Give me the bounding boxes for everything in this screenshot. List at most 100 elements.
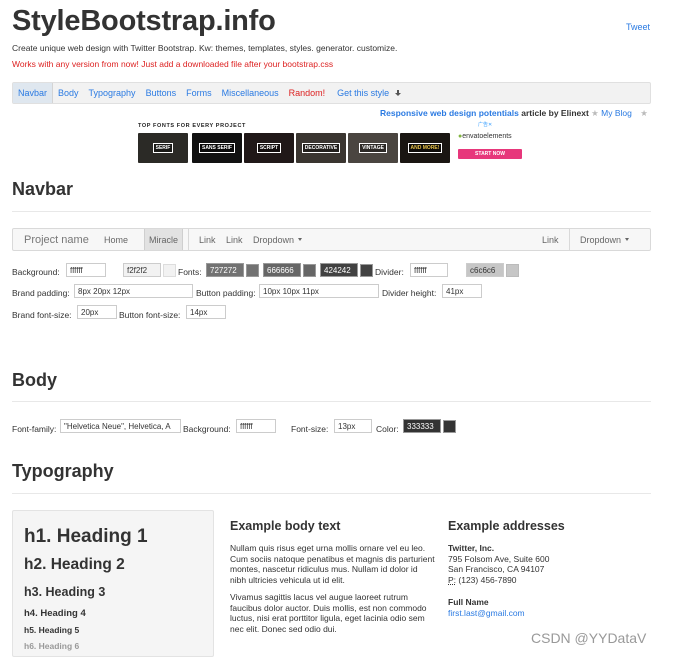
ad-choices[interactable]: 广告✕ (478, 121, 492, 128)
divider-color-input[interactable]: ffffff (410, 263, 448, 277)
ad-tile-label: DECORATIVE (301, 143, 341, 153)
navbar-divider (569, 229, 570, 250)
heading-5: h5. Heading 5 (24, 625, 80, 635)
phone-abbr: P: (448, 574, 457, 585)
heading-4: h4. Heading 4 (24, 608, 86, 619)
button-padding-label: Button padding: (196, 288, 256, 298)
ad-banner[interactable]: TOP FONTS FOR EVERY PROJECT SERIF SANS S… (138, 121, 529, 165)
addresses-heading: Example addresses (448, 519, 565, 533)
font-color-2-input[interactable]: 666666 (263, 263, 301, 277)
typography-section-title: Typography (12, 461, 114, 481)
dropdown-label: Dropdown (580, 234, 622, 245)
divider-label: Divider: (375, 267, 404, 277)
get-style-label: Get this style (337, 88, 390, 98)
navbar-dropdown-2[interactable]: Dropdown (580, 229, 630, 250)
ad-tile-and-more[interactable]: AND MORE! (400, 133, 450, 163)
get-style-button[interactable]: Get this style (330, 83, 406, 103)
divider (12, 401, 651, 402)
navbar-preview: Project name Home Miracle Link Link Drop… (12, 228, 651, 251)
text-color-input[interactable]: 333333 (403, 419, 441, 433)
navbar-link-2[interactable]: Link (226, 229, 243, 250)
color-swatch[interactable] (303, 264, 316, 277)
tab-body[interactable]: Body (53, 83, 84, 103)
tab-navbar[interactable]: Navbar (13, 83, 54, 103)
ad-tile-label: AND MORE! (407, 143, 443, 153)
body-paragraph-1: Nullam quis risus eget urna mollis ornar… (230, 543, 435, 585)
download-icon (395, 89, 402, 97)
fonts-label: Fonts: (178, 267, 202, 277)
navbar-home-link[interactable]: Home (104, 229, 128, 250)
ad-tile-label: VINTAGE (359, 143, 387, 153)
navbar-section-title: Navbar (12, 179, 74, 199)
address-block: Twitter, Inc. 795 Folsom Ave, Suite 600 … (448, 543, 648, 585)
divider-height-input[interactable]: 41px (442, 284, 482, 298)
navbar-active-link[interactable]: Miracle (144, 229, 184, 250)
brand-padding-input[interactable]: 8px 20px 12px (74, 284, 193, 298)
button-padding-input[interactable]: 10px 10px 11px (259, 284, 379, 298)
divider (12, 211, 651, 212)
tab-buttons[interactable]: Buttons (141, 83, 182, 103)
font-family-label: Font-family: (12, 424, 57, 434)
ad-tile-vintage[interactable]: VINTAGE (348, 133, 398, 163)
font-family-input[interactable]: "Helvetica Neue", Helvetica, A (60, 419, 181, 433)
caret-down-icon (625, 238, 630, 241)
navbar-link-1[interactable]: Link (199, 229, 216, 250)
color-label: Color: (376, 424, 399, 434)
button-fontsize-label: Button font-size: (119, 310, 181, 320)
envato-brand: envatoelements (462, 133, 512, 140)
navbar-divider (188, 229, 189, 250)
color-swatch[interactable] (506, 264, 519, 277)
tab-typography[interactable]: Typography (84, 83, 141, 103)
color-swatch[interactable] (360, 264, 373, 277)
navbar-link-3[interactable]: Link (542, 229, 559, 250)
dropdown-label: Dropdown (253, 234, 295, 245)
watermark: CSDN @YYDataV (531, 630, 647, 646)
color-swatch[interactable] (246, 264, 259, 277)
heading-2: h2. Heading 2 (24, 556, 125, 573)
ad-tile-serif[interactable]: SERIF (138, 133, 188, 163)
email-link[interactable]: first.last@gmail.com (448, 608, 648, 619)
navbar-dropdown-1[interactable]: Dropdown (253, 229, 303, 250)
version-notice: Works with any version from now! Just ad… (12, 59, 334, 69)
envato-logo: ●envatoelements (458, 133, 512, 140)
ad-tile-label: SERIF (152, 143, 174, 153)
street-line: 795 Folsom Ave, Suite 600 (448, 553, 550, 564)
body-background-input[interactable]: ffffff (236, 419, 276, 433)
ad-heading: TOP FONTS FOR EVERY PROJECT (138, 123, 246, 129)
divider-color-2-input[interactable]: c6c6c6 (466, 263, 504, 277)
article-link[interactable]: Responsive web design potentials (380, 108, 519, 118)
tweet-link[interactable]: Tweet (626, 22, 650, 32)
ad-tile-sans-serif[interactable]: SANS SERIF (192, 133, 242, 163)
font-color-1-input[interactable]: 727272 (206, 263, 244, 277)
button-fontsize-input[interactable]: 14px (186, 305, 226, 319)
brand-fontsize-input[interactable]: 20px (77, 305, 117, 319)
ad-tile-script[interactable]: SCRIPT (244, 133, 294, 163)
caret-down-icon (298, 238, 303, 241)
ad-tile-decorative[interactable]: DECORATIVE (296, 133, 346, 163)
color-swatch[interactable] (443, 420, 456, 433)
star-icon-2: ★ (640, 108, 648, 118)
heading-3: h3. Heading 3 (24, 585, 106, 599)
phone-number: (123) 456-7890 (456, 574, 517, 585)
tagline: Create unique web design with Twitter Bo… (12, 43, 398, 53)
headings-well: h1. Heading 1 h2. Heading 2 h3. Heading … (12, 510, 214, 657)
ad-tile-label: SCRIPT (256, 143, 282, 153)
font-size-input[interactable]: 13px (334, 419, 372, 433)
site-title: StyleBootstrap.info (12, 5, 276, 37)
divider (12, 493, 651, 494)
heading-6: h6. Heading 6 (24, 641, 80, 651)
tab-forms[interactable]: Forms (181, 83, 217, 103)
my-blog-link[interactable]: My Blog (601, 108, 632, 118)
start-now-button[interactable]: START NOW (458, 149, 522, 159)
tab-miscellaneous[interactable]: Miscellaneous (217, 83, 284, 103)
section-nav: Navbar Body Typography Buttons Forms Mis… (12, 82, 651, 104)
tab-random[interactable]: Random! (284, 83, 331, 103)
color-swatch[interactable] (163, 264, 176, 277)
contact-block: Full Name first.last@gmail.com (448, 597, 648, 618)
navbar-bg2-input[interactable]: f2f2f2 (123, 263, 161, 277)
navbar-brand[interactable]: Project name (24, 229, 89, 250)
font-color-3-input[interactable]: 424242 (320, 263, 358, 277)
article-byline: article by Elinext (518, 108, 592, 118)
navbar-background-input[interactable]: ffffff (66, 263, 106, 277)
divider-height-label: Divider height: (382, 288, 437, 298)
